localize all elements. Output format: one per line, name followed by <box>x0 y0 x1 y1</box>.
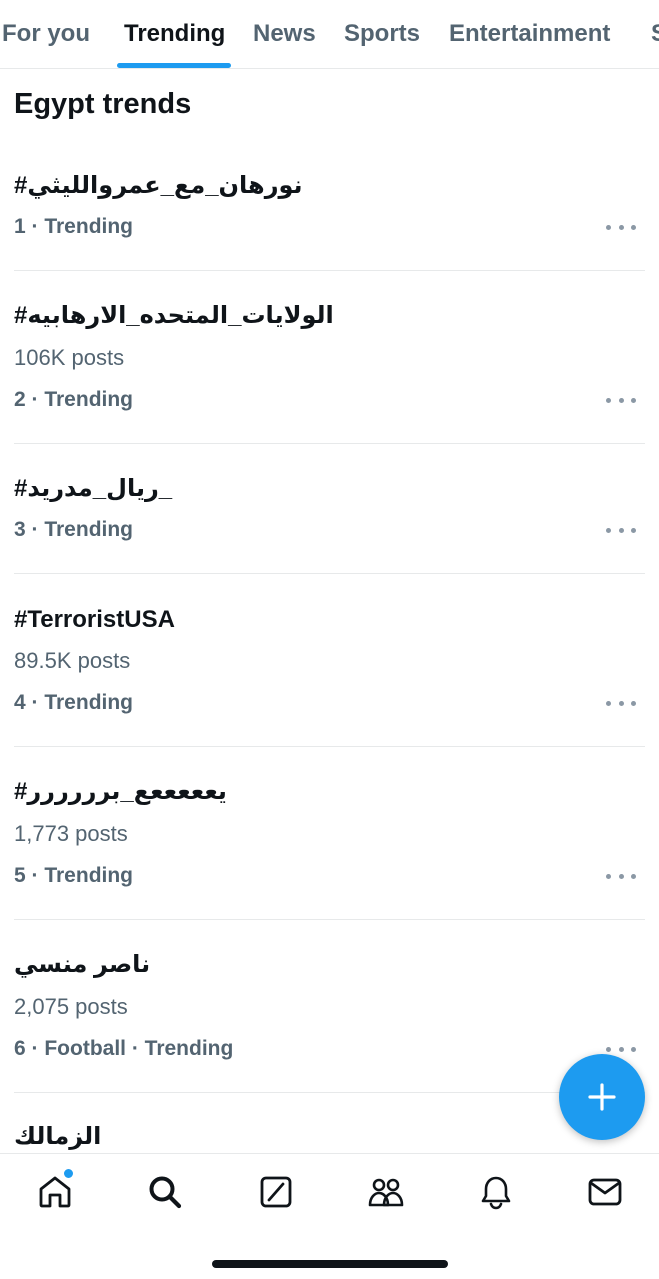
trend-meta: 4 · Trending <box>14 691 134 714</box>
home-indicator <box>212 1260 448 1268</box>
trend-meta: 1 · Trending <box>14 215 134 238</box>
divider <box>14 270 645 271</box>
section-title: Egypt trends <box>14 88 192 120</box>
tab-sports[interactable]: Sports <box>344 18 420 50</box>
active-tab-indicator <box>117 63 231 68</box>
trend-post-count: 1,773 posts <box>14 821 128 846</box>
trend-meta: 6 · Football · Trending <box>14 1037 234 1060</box>
divider <box>14 573 645 574</box>
more-dots-icon[interactable] <box>606 395 636 405</box>
nav-notifications[interactable] <box>476 1172 516 1212</box>
tab-entertainment[interactable]: Entertainment <box>449 18 610 50</box>
tab-partial[interactable]: S <box>651 18 659 50</box>
trend-name: #يعععععع_برررررر <box>14 778 227 805</box>
trend-post-count: 2,075 posts <box>14 994 128 1019</box>
communities-icon <box>368 1178 404 1207</box>
mail-icon <box>588 1178 622 1206</box>
bottom-navigation <box>0 1153 659 1279</box>
more-dots-icon[interactable] <box>606 1044 636 1054</box>
more-dots-icon[interactable] <box>606 698 636 708</box>
compose-post-button[interactable] <box>559 1054 645 1140</box>
more-dots-icon[interactable] <box>606 871 636 881</box>
trend-name: #TerroristUSA <box>14 606 175 633</box>
divider <box>14 919 645 920</box>
more-dots-icon[interactable] <box>606 222 636 232</box>
trend-meta: 2 · Trending <box>14 388 134 411</box>
nav-messages[interactable] <box>585 1172 625 1212</box>
search-icon <box>149 1176 182 1209</box>
trend-name: #نورهان_مع_عمروالليثي <box>14 172 303 199</box>
explore-screen: For you Trending News Sports Entertainme… <box>0 0 659 1279</box>
tab-news[interactable]: News <box>253 18 316 50</box>
trend-name: #ريال_مدريد_ <box>14 475 173 502</box>
grok-icon <box>260 1176 292 1208</box>
tab-for-you[interactable]: For you <box>2 18 90 50</box>
plus-icon <box>588 1083 616 1111</box>
nav-grok[interactable] <box>256 1172 296 1212</box>
trend-name: ناصر منسي <box>14 951 151 978</box>
divider <box>14 746 645 747</box>
trend-meta: 5 · Trending <box>14 864 134 887</box>
trend-name: الزمالك <box>14 1123 102 1150</box>
home-notification-dot <box>62 1167 75 1180</box>
explore-tabs: For you Trending News Sports Entertainme… <box>0 0 659 69</box>
bell-icon <box>481 1176 511 1210</box>
more-dots-icon[interactable] <box>606 525 636 535</box>
nav-search[interactable] <box>145 1172 185 1212</box>
divider <box>14 443 645 444</box>
nav-communities[interactable] <box>366 1172 406 1212</box>
trend-name: #الولايات_المتحده_الارهابيه <box>14 302 334 329</box>
trend-meta: 3 · Trending <box>14 518 134 541</box>
trend-post-count: 89.5K posts <box>14 648 131 673</box>
tab-trending[interactable]: Trending <box>124 18 225 50</box>
divider <box>14 1092 645 1093</box>
trend-post-count: 106K posts <box>14 345 125 370</box>
